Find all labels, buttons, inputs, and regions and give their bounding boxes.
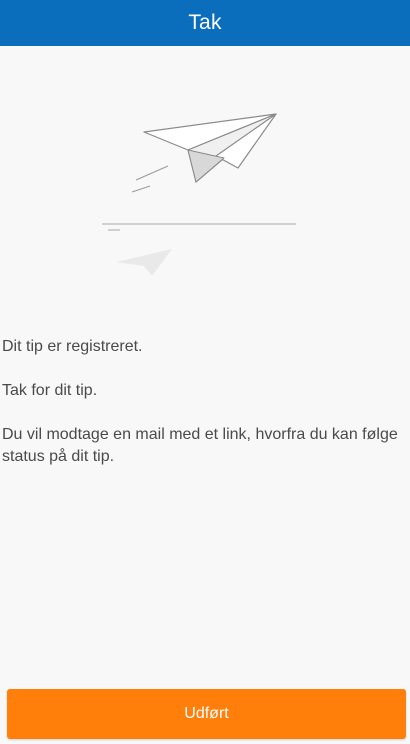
done-button[interactable]: Udført: [7, 689, 406, 739]
page-title: Tak: [188, 11, 222, 34]
app-screen: Tak Dit tip er registreret. Tak for dit …: [0, 0, 410, 744]
header-bar: Tak: [0, 0, 410, 46]
message-thanks: Tak for dit tip.: [2, 382, 98, 399]
paper-plane-icon: [102, 113, 296, 276]
message-status-info: Du vil modtage en mail med et link, hvor…: [2, 426, 398, 465]
confirmation-message: Dit tip er registreret. Tak for dit tip.…: [2, 336, 406, 490]
paper-plane-illustration: [96, 108, 306, 284]
message-registered: Dit tip er registreret.: [2, 338, 143, 355]
